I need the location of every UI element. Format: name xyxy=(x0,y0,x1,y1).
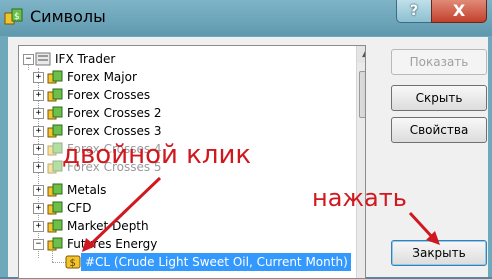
properties-button[interactable]: Свойства xyxy=(391,117,487,143)
expand-icon[interactable]: + xyxy=(33,185,44,196)
svg-text:$: $ xyxy=(70,258,76,269)
expand-icon[interactable]: + xyxy=(33,108,44,119)
tree-item-label: CFD xyxy=(67,201,92,215)
tree-item-label: Futures Energy xyxy=(67,237,158,251)
expand-icon[interactable]: + xyxy=(33,72,44,83)
tree-item-forex-crosses[interactable]: + Forex Crosses xyxy=(19,86,349,104)
scroll-thumb[interactable] xyxy=(359,71,365,118)
selected-symbol-row[interactable]: #CL (Crude Light Sweet Oil, Current Mont… xyxy=(81,253,351,271)
tree-root-label: IFX Trader xyxy=(55,52,116,66)
svg-text:$: $ xyxy=(14,12,20,22)
expand-icon[interactable]: + xyxy=(33,126,44,137)
window-title: Символы xyxy=(30,7,106,26)
close-button[interactable]: Закрыть xyxy=(391,240,487,266)
symbols-folder-icon xyxy=(47,237,63,251)
symbols-folder-icon xyxy=(47,106,63,120)
symbols-folder-icon xyxy=(47,124,63,138)
tree-item-label: Forex Major xyxy=(67,70,137,84)
expand-icon[interactable]: + xyxy=(33,203,44,214)
hide-button[interactable]: Скрыть xyxy=(391,85,487,111)
tree-item-market-depth[interactable]: + Market Depth xyxy=(19,217,349,235)
tree-item-forex-crosses-2[interactable]: + Forex Crosses 2 xyxy=(19,104,349,122)
press-annotation: нажать xyxy=(312,184,407,212)
symbols-folder-icon xyxy=(47,88,63,102)
symbols-app-icon: $ xyxy=(4,8,23,25)
show-button[interactable]: Показать xyxy=(391,49,487,75)
collapse-icon[interactable]: − xyxy=(23,54,34,65)
tree-item-metals[interactable]: + Metals xyxy=(19,181,349,199)
symbols-folder-icon xyxy=(47,142,63,156)
server-icon xyxy=(35,52,51,66)
help-button[interactable]: ? xyxy=(396,0,432,23)
symbols-folder-icon xyxy=(47,183,63,197)
tree-item-futures-energy[interactable]: − Futures Energy xyxy=(19,235,349,253)
symbols-folder-icon xyxy=(47,219,63,233)
tree-item-label: Metals xyxy=(67,183,107,197)
expand-icon[interactable]: + xyxy=(33,221,44,232)
symbols-dialog: $ Символы ? X − IFX Trader + Forex Major… xyxy=(0,0,492,279)
collapse-icon[interactable]: − xyxy=(33,239,44,250)
symbols-folder-icon xyxy=(47,201,63,215)
selected-symbol-label: #CL (Crude Light Sweet Oil, Current Mont… xyxy=(85,255,348,269)
expand-icon[interactable]: + xyxy=(33,144,44,155)
title-bar[interactable]: $ Символы ? X xyxy=(0,0,492,36)
window-close-button[interactable]: X xyxy=(431,0,487,23)
tree-scrollbar[interactable]: ▲ xyxy=(356,46,365,278)
tree-item-forex-crosses-3[interactable]: + Forex Crosses 3 xyxy=(19,122,349,140)
tree-item-label: Forex Crosses xyxy=(67,88,151,102)
tree-item-label: Forex Crosses 2 xyxy=(67,106,162,120)
symbols-folder-icon xyxy=(47,70,63,84)
tree-item-label: Forex Crosses 3 xyxy=(67,124,162,138)
expand-icon[interactable]: + xyxy=(33,162,44,173)
scroll-up-arrow-icon[interactable]: ▲ xyxy=(357,46,365,63)
symbols-folder-icon xyxy=(47,160,63,174)
expand-icon[interactable]: + xyxy=(33,90,44,101)
tree-item-cfd[interactable]: + CFD xyxy=(19,199,349,217)
dollar-symbol-icon: $ xyxy=(65,255,81,269)
double-click-annotation: двойной клик xyxy=(62,140,252,170)
tree-item-forex-major[interactable]: + Forex Major xyxy=(19,68,349,86)
tree-item-label: Market Depth xyxy=(67,219,149,233)
tree-root[interactable]: − IFX Trader xyxy=(19,50,349,68)
